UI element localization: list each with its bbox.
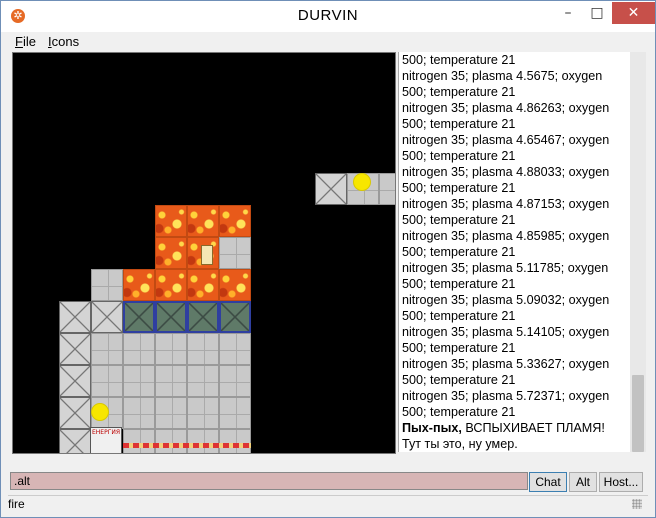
log-line: nitrogen 35; plasma 5.33627; oxygen — [402, 357, 610, 371]
log-line: 500; temperature 21 — [402, 277, 516, 291]
wall-tile — [59, 365, 91, 397]
log-line: nitrogen 35; plasma 5.09032; oxygen — [402, 293, 610, 307]
status-text: fire — [8, 497, 25, 511]
fire-tile — [155, 205, 187, 237]
wall-tile — [59, 397, 91, 429]
menu-file-accel: F — [15, 34, 23, 49]
log-line: nitrogen 35; plasma 5.11785; oxygen — [402, 261, 609, 275]
fire-tile — [219, 269, 251, 301]
floor-tile — [219, 429, 251, 453]
main-window: ✲ DURVIN – □ ✕ File Icons ЕНЕРГИЯ 500; t… — [0, 0, 656, 518]
menu-icons[interactable]: Icons — [48, 34, 79, 49]
floor-tile — [219, 237, 251, 269]
item-marker-icon[interactable] — [353, 173, 371, 191]
floor-tile — [155, 365, 187, 397]
fire-tile — [219, 205, 251, 237]
command-input[interactable] — [10, 472, 528, 490]
fire-tile — [155, 269, 187, 301]
close-button[interactable]: ✕ — [612, 2, 655, 24]
item-marker-icon[interactable] — [91, 403, 109, 421]
log-line: 500; temperature 21 — [402, 149, 516, 163]
alt-button[interactable]: Alt — [569, 472, 597, 492]
floor-tile — [123, 365, 155, 397]
log-line: 500; temperature 21 — [402, 245, 516, 259]
floor-tile — [187, 333, 219, 365]
fire-tile — [187, 269, 219, 301]
log-line: 500; temperature 21 — [402, 117, 516, 131]
log-line: 500; temperature 21 — [402, 181, 516, 195]
chat-button[interactable]: Chat — [529, 472, 567, 492]
floor-tile — [91, 269, 123, 301]
minimize-button[interactable]: – — [554, 2, 582, 24]
floor-tile — [91, 333, 123, 365]
log-event-line: Пых-пых, ВСПЫХИВАЕТ ПЛАМЯ! — [402, 420, 628, 436]
log-line: nitrogen 35; plasma 4.88033; oxygen — [402, 165, 610, 179]
floor-tile — [187, 429, 219, 453]
log-line: nitrogen 35; plasma 4.5675; oxygen — [402, 69, 603, 83]
wall-tile — [91, 301, 123, 333]
log-event-bold: Пых-пых, — [402, 421, 462, 435]
log-lines: 500; temperature 21 nitrogen 35; plasma … — [402, 52, 628, 452]
menu-file-label: ile — [22, 34, 36, 49]
fire-tile — [155, 237, 187, 269]
floor-tile — [155, 333, 187, 365]
menu-icons-label: cons — [51, 34, 80, 49]
log-scroll-thumb[interactable] — [632, 375, 644, 452]
floor-tile — [187, 397, 219, 429]
title-bar: ✲ DURVIN – □ ✕ — [1, 1, 655, 32]
log-line: 500; temperature 21 — [402, 373, 516, 387]
log-line: 500; temperature 21 — [402, 309, 516, 323]
pipe — [123, 443, 251, 448]
command-input-row — [10, 472, 528, 492]
window-tile — [123, 301, 155, 333]
log-line: 500; temperature 21 — [402, 341, 516, 355]
wall-tile — [59, 429, 91, 453]
resize-grip-icon[interactable] — [632, 499, 642, 509]
fire-tile — [123, 269, 155, 301]
log-event-rest: ВСПЫХИВАЕТ ПЛАМЯ! — [461, 421, 605, 435]
log-scrollbar[interactable] — [630, 52, 646, 452]
floor-tile — [379, 173, 395, 205]
floor-tile — [219, 397, 251, 429]
floor-tile — [155, 397, 187, 429]
floor-tile — [123, 397, 155, 429]
log-line: nitrogen 35; plasma 4.87153; oxygen — [402, 197, 610, 211]
status-bar: fire — [8, 495, 648, 513]
energy-sign-label: ЕНЕРГИЯ — [92, 429, 121, 436]
maximize-button[interactable]: □ — [583, 2, 611, 24]
log-death-line: Тут ты это, ну умер. — [402, 437, 518, 451]
log-line: 500; temperature 21 — [402, 405, 516, 419]
log-line: nitrogen 35; plasma 4.65467; oxygen — [402, 133, 610, 147]
window-tile — [187, 301, 219, 333]
chat-log[interactable]: 500; temperature 21 nitrogen 35; plasma … — [398, 52, 646, 452]
menu-bar: File Icons — [1, 32, 655, 51]
log-line: nitrogen 35; plasma 5.72371; oxygen — [402, 389, 610, 403]
log-line: 500; temperature 21 — [402, 213, 516, 227]
floor-tile — [155, 429, 187, 453]
player-sprite-icon[interactable] — [201, 245, 213, 265]
log-line: nitrogen 35; plasma 4.86263; oxygen — [402, 101, 610, 115]
energy-sign[interactable]: ЕНЕРГИЯ — [90, 427, 122, 453]
window-tile — [155, 301, 187, 333]
log-line: nitrogen 35; plasma 5.14105; oxygen — [402, 325, 610, 339]
log-line: nitrogen 35; plasma 4.85985; oxygen — [402, 229, 610, 243]
floor-tile — [123, 429, 155, 453]
wall-tile — [315, 173, 347, 205]
log-line: 500; temperature 21 — [402, 85, 516, 99]
fire-tile — [187, 205, 219, 237]
host-button[interactable]: Host... — [599, 472, 643, 492]
floor-tile — [219, 333, 251, 365]
game-map-view[interactable]: ЕНЕРГИЯ — [12, 52, 396, 454]
window-tile — [219, 301, 251, 333]
floor-tile — [219, 365, 251, 397]
floor-tile — [123, 333, 155, 365]
wall-tile — [59, 301, 91, 333]
wall-tile — [59, 333, 91, 365]
floor-tile — [187, 365, 219, 397]
menu-file[interactable]: File — [15, 34, 36, 49]
floor-tile — [91, 365, 123, 397]
log-line: 500; temperature 21 — [402, 53, 516, 67]
